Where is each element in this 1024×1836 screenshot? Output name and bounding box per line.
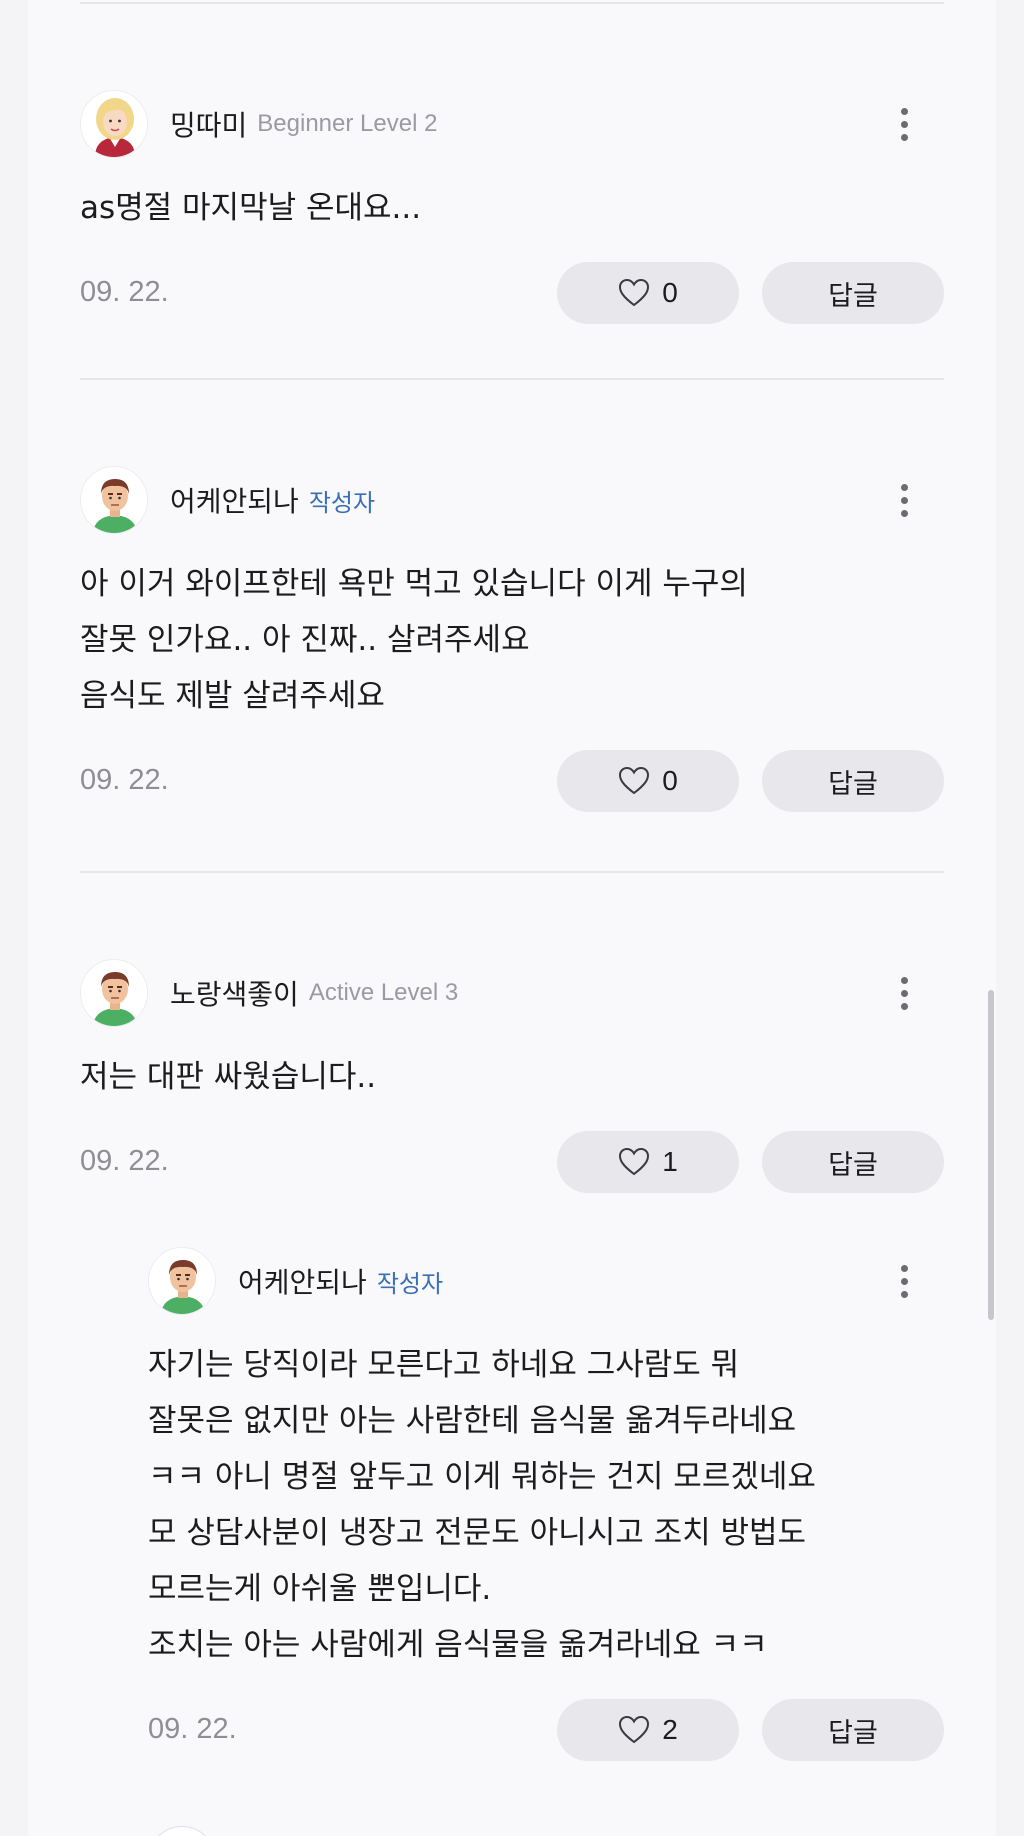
comment-date: 09. 22. (80, 1145, 169, 1177)
heart-icon (619, 766, 650, 795)
like-button[interactable]: 0 (557, 750, 739, 812)
like-button[interactable]: 1 (557, 1131, 739, 1193)
comment-header: 어케안되나 작성자 (148, 1245, 944, 1317)
comment-footer: 09. 22. 1 답글 (80, 1131, 944, 1193)
comment-footer: 09. 22. 0 답글 (80, 750, 944, 812)
reply-button[interactable]: 답글 (762, 750, 944, 812)
comment-date: 09. 22. (80, 276, 169, 308)
scrollbar[interactable] (988, 990, 994, 1320)
like-button[interactable]: 0 (557, 262, 739, 324)
comment-item: 노랑색좋이 Active Level 3 저는 대판 싸웠습니다.. 09. 2… (80, 957, 944, 1193)
more-options-icon[interactable] (884, 973, 924, 1013)
comment-header: 밍따미 Beginner Level 2 (80, 88, 944, 160)
more-options-icon[interactable] (884, 1261, 924, 1301)
divider (80, 378, 944, 380)
nickname[interactable]: 어케안되나 (238, 1261, 367, 1301)
heart-icon (619, 1147, 650, 1176)
comment-item: 어케안되나 작성자 아 이거 와이프한테 욕만 먹고 있습니다 이게 누구의 잘… (80, 464, 944, 812)
reply-button[interactable]: 답글 (762, 1131, 944, 1193)
blonde-woman-avatar-icon[interactable] (80, 90, 148, 158)
man-avatar-icon[interactable] (148, 1247, 216, 1315)
like-count: 1 (662, 1146, 678, 1177)
level-badge: Beginner Level 2 (257, 110, 438, 137)
comment-footer: 09. 22. 2 답글 (148, 1699, 944, 1761)
reply-button[interactable]: 답글 (762, 1699, 944, 1761)
comment-date: 09. 22. (148, 1713, 237, 1745)
comment-header: 어케안되나 작성자 (80, 464, 944, 536)
heart-icon (619, 278, 650, 307)
comment-text: as명절 마지막날 온대요... (80, 190, 422, 226)
man-avatar-icon[interactable] (80, 959, 148, 1027)
like-button[interactable]: 2 (557, 1699, 739, 1761)
more-options-icon[interactable] (884, 104, 924, 144)
comment-date: 09. 22. (80, 764, 169, 796)
like-count: 0 (662, 765, 678, 796)
man-avatar-icon[interactable] (80, 466, 148, 534)
comment-text: 아 이거 와이프한테 욕만 먹고 있습니다 이게 누구의 잘못 인가요.. 아 … (80, 566, 748, 714)
author-badge: 작성자 (376, 1269, 444, 1298)
heart-icon (619, 1715, 650, 1744)
divider (80, 871, 944, 873)
reply-button[interactable]: 답글 (762, 262, 944, 324)
nickname[interactable]: 노랑색좋이 (170, 973, 299, 1013)
comment-footer: 09. 22. 0 답글 (80, 262, 944, 324)
comment-text: 자기는 당직이라 모른다고 하네요 그사람도 뭐 잘못은 없지만 아는 사람한테… (148, 1347, 816, 1663)
comment-item: 밍따미 Beginner Level 2 as명절 마지막날 온대요... 09… (80, 88, 944, 324)
divider (80, 2, 944, 4)
nickname[interactable]: 어케안되나 (170, 480, 299, 520)
like-count: 0 (662, 277, 678, 308)
like-count: 2 (662, 1714, 678, 1745)
comment-text: 저는 대판 싸웠습니다.. (80, 1059, 377, 1095)
reply-item: 어케안되나 작성자 자기는 당직이라 모른다고 하네요 그사람도 뭐 잘못은 없… (148, 1245, 944, 1761)
nickname[interactable]: 밍따미 (170, 104, 247, 144)
comment-header: 노랑색좋이 Active Level 3 (80, 957, 944, 1029)
level-badge: Active Level 3 (308, 979, 459, 1006)
more-options-icon[interactable] (884, 480, 924, 520)
author-badge: 작성자 (308, 488, 376, 517)
